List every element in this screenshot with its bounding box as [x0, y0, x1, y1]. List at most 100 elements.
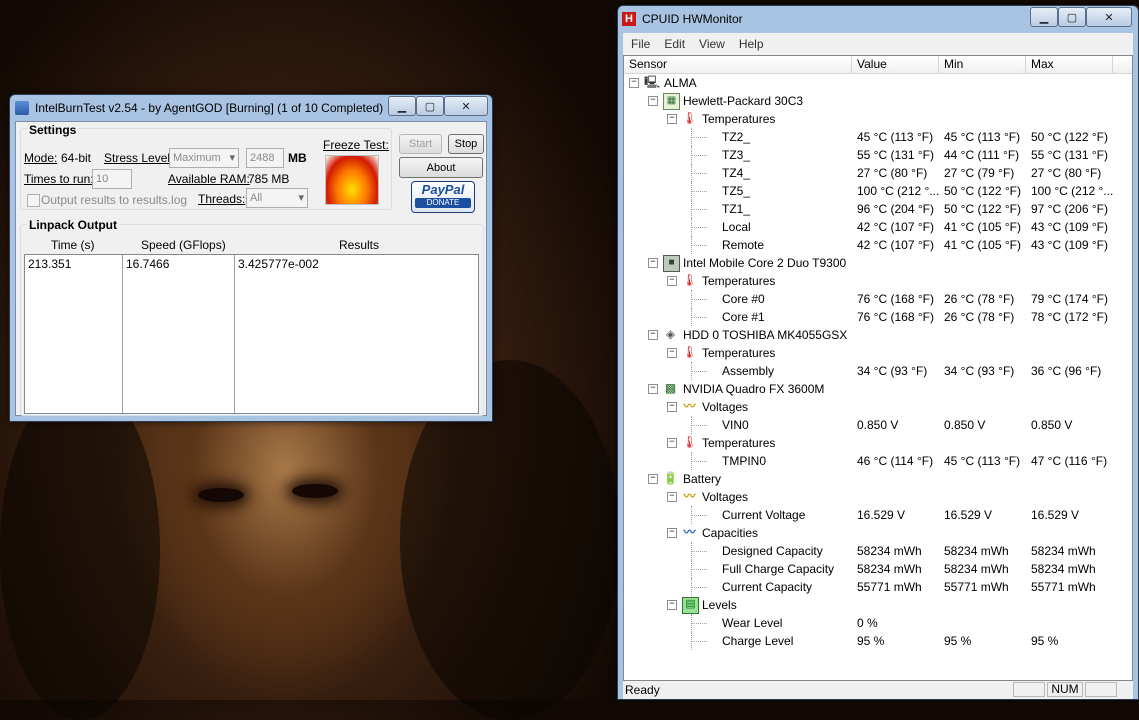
collapse-toggle-icon[interactable]: − — [667, 114, 677, 124]
threads-dropdown[interactable]: All — [246, 188, 308, 208]
num-lock-indicator: NUM — [1047, 682, 1083, 697]
sensor-min: 50 °C (122 °F) — [944, 202, 1021, 216]
collapse-toggle-icon[interactable]: − — [648, 96, 658, 106]
sensor-row[interactable]: TZ5_ 100 °C (212 °... 50 °C (122 °F) 100 °C… — [624, 182, 1132, 200]
linpack-results-list[interactable]: 213.351 16.7466 3.425777e-002 — [24, 254, 479, 414]
sensor-row[interactable]: Designed Capacity 58234 mWh 58234 mWh 58234… — [624, 542, 1132, 560]
tree-node[interactable]: − ◈ HDD 0 TOSHIBA MK4055GSX — [624, 326, 1132, 344]
sensor-label: HDD 0 TOSHIBA MK4055GSX — [683, 328, 848, 342]
sensor-row[interactable]: Core #0 76 °C (168 °F) 26 °C (78 °F) 79 °C … — [624, 290, 1132, 308]
tree-node[interactable]: − ■ Intel Mobile Core 2 Duo T9300 — [624, 254, 1132, 272]
sensor-row[interactable]: TZ1_ 96 °C (204 °F) 50 °C (122 °F) 97 °C (2… — [624, 200, 1132, 218]
menu-view[interactable]: View — [699, 37, 725, 51]
list-column-divider — [122, 255, 123, 413]
tree-node[interactable]: − 🌡 Temperatures — [624, 110, 1132, 128]
tree-node[interactable]: − 🌡 Temperatures — [624, 272, 1132, 290]
stress-level-dropdown[interactable]: Maximum — [169, 148, 239, 168]
sensor-value: 34 °C (93 °F) — [857, 364, 928, 378]
col-min-header[interactable]: Min — [939, 56, 1026, 74]
tree-connector — [691, 632, 692, 650]
output-results-checkbox[interactable] — [27, 194, 40, 207]
sensor-row[interactable]: TZ4_ 27 °C (80 °F) 27 °C (79 °F) 27 °C (80 … — [624, 164, 1132, 182]
freeze-test-flame-icon[interactable] — [325, 155, 379, 205]
sensor-label: Levels — [702, 598, 737, 612]
collapse-toggle-icon[interactable]: − — [667, 492, 677, 502]
tree-connector — [691, 191, 707, 192]
sensor-max: 78 °C (172 °F) — [1031, 310, 1108, 324]
hwm-minimize-button[interactable]: ▁ — [1030, 7, 1058, 27]
sensor-label: Remote — [722, 238, 765, 252]
list-item[interactable]: 213.351 16.7466 3.425777e-002 — [25, 257, 478, 273]
tree-node[interactable]: − 〰 Capacities — [624, 524, 1132, 542]
stop-button[interactable]: Stop — [448, 134, 484, 154]
sensor-row[interactable]: TZ2_ 45 °C (113 °F) 45 °C (113 °F) 50 °C (1… — [624, 128, 1132, 146]
paypal-donate-button[interactable]: PayPal DONATE — [411, 181, 475, 213]
collapse-toggle-icon[interactable]: − — [648, 330, 658, 340]
collapse-toggle-icon[interactable]: − — [648, 384, 658, 394]
tree-node[interactable]: − ▤ Levels — [624, 596, 1132, 614]
sensor-row[interactable]: Charge Level 95 % 95 % 95 % — [624, 632, 1132, 650]
sensor-row[interactable]: TZ3_ 55 °C (131 °F) 44 °C (111 °F) 55 °C (1… — [624, 146, 1132, 164]
collapse-toggle-icon[interactable]: − — [667, 438, 677, 448]
sensor-row[interactable]: Wear Level 0 % — [624, 614, 1132, 632]
sensor-label: Hewlett-Packard 30C3 — [683, 94, 804, 108]
hwm-close-button[interactable]: ✕ — [1086, 7, 1132, 27]
sensor-max: 97 °C (206 °F) — [1031, 202, 1108, 216]
tree-connector — [691, 623, 707, 624]
collapse-toggle-icon[interactable]: − — [648, 474, 658, 484]
capacity-icon: 〰 — [683, 525, 696, 539]
tree-connector — [691, 218, 692, 236]
sensor-row[interactable]: Current Capacity 55771 mWh 55771 mWh 55771 … — [624, 578, 1132, 596]
tree-node[interactable]: − 🌡 Temperatures — [624, 344, 1132, 362]
col-value-header[interactable]: Value — [852, 56, 939, 74]
sensor-row[interactable]: Remote 42 °C (107 °F) 41 °C (105 °F) 43 °C … — [624, 236, 1132, 254]
collapse-toggle-icon[interactable]: − — [648, 258, 658, 268]
tree-node[interactable]: − 🖳 ALMA — [624, 74, 1132, 92]
sensor-tree-grid[interactable]: Sensor Value Min Max − 🖳 ALMA − ▦ Hewlett-Pac… — [623, 55, 1133, 681]
battery-icon: 🔋 — [663, 471, 678, 485]
sensor-value: 55 °C (131 °F) — [857, 148, 934, 162]
tree-connector — [691, 182, 692, 200]
tree-node[interactable]: − ▩ NVIDIA Quadro FX 3600M — [624, 380, 1132, 398]
memory-size-field[interactable]: 2488 — [246, 148, 284, 168]
result-speed: 16.7466 — [126, 257, 170, 271]
tree-node[interactable]: − 〰 Voltages — [624, 488, 1132, 506]
tree-connector — [691, 155, 707, 156]
tree-node[interactable]: − 〰 Voltages — [624, 398, 1132, 416]
tree-node[interactable]: − ▦ Hewlett-Packard 30C3 — [624, 92, 1132, 110]
sensor-row[interactable]: Current Voltage 16.529 V 16.529 V 16.529 V — [624, 506, 1132, 524]
hwm-menubar: File Edit View Help — [623, 33, 1133, 55]
ibt-minimize-button[interactable]: ▁ — [388, 96, 416, 116]
tree-node[interactable]: − 🌡 Temperatures — [624, 434, 1132, 452]
ibt-maximize-button[interactable]: ▢ — [416, 96, 444, 116]
sensor-row[interactable]: VIN0 0.850 V 0.850 V 0.850 V — [624, 416, 1132, 434]
output-results-label: Output results to results.log — [41, 193, 188, 207]
collapse-toggle-icon[interactable]: − — [667, 528, 677, 538]
col-max-header[interactable]: Max — [1026, 56, 1113, 74]
start-button[interactable]: Start — [399, 134, 442, 154]
sensor-row[interactable]: Local 42 °C (107 °F) 41 °C (105 °F) 43 °C (… — [624, 218, 1132, 236]
about-button[interactable]: About — [399, 157, 483, 178]
sensor-max: 16.529 V — [1031, 508, 1080, 522]
sensor-label: VIN0 — [722, 418, 749, 432]
sensor-row[interactable]: Assembly 34 °C (93 °F) 34 °C (93 °F) 36 °C … — [624, 362, 1132, 380]
collapse-toggle-icon[interactable]: − — [667, 348, 677, 358]
collapse-toggle-icon[interactable]: − — [667, 276, 677, 286]
menu-file[interactable]: File — [631, 37, 650, 51]
times-to-run-label: Times to run: — [24, 172, 94, 186]
collapse-toggle-icon[interactable]: − — [667, 402, 677, 412]
sensor-row[interactable]: Full Charge Capacity 58234 mWh 58234 mWh 58… — [624, 560, 1132, 578]
hwm-maximize-button[interactable]: ▢ — [1058, 7, 1086, 27]
sensor-row[interactable]: TMPIN0 46 °C (114 °F) 45 °C (113 °F) 47 °C … — [624, 452, 1132, 470]
collapse-toggle-icon[interactable]: − — [667, 600, 677, 610]
sensor-label: Capacities — [702, 526, 759, 540]
times-to-run-field[interactable]: 10 — [92, 169, 132, 189]
collapse-toggle-icon[interactable]: − — [629, 78, 639, 88]
menu-edit[interactable]: Edit — [664, 37, 685, 51]
ibt-close-button[interactable]: ✕ — [444, 96, 488, 116]
tree-node[interactable]: − 🔋 Battery — [624, 470, 1132, 488]
menu-help[interactable]: Help — [739, 37, 764, 51]
col-sensor-header[interactable]: Sensor — [624, 56, 852, 74]
sensor-label: TZ2_ — [722, 130, 751, 144]
sensor-row[interactable]: Core #1 76 °C (168 °F) 26 °C (78 °F) 78 °C … — [624, 308, 1132, 326]
